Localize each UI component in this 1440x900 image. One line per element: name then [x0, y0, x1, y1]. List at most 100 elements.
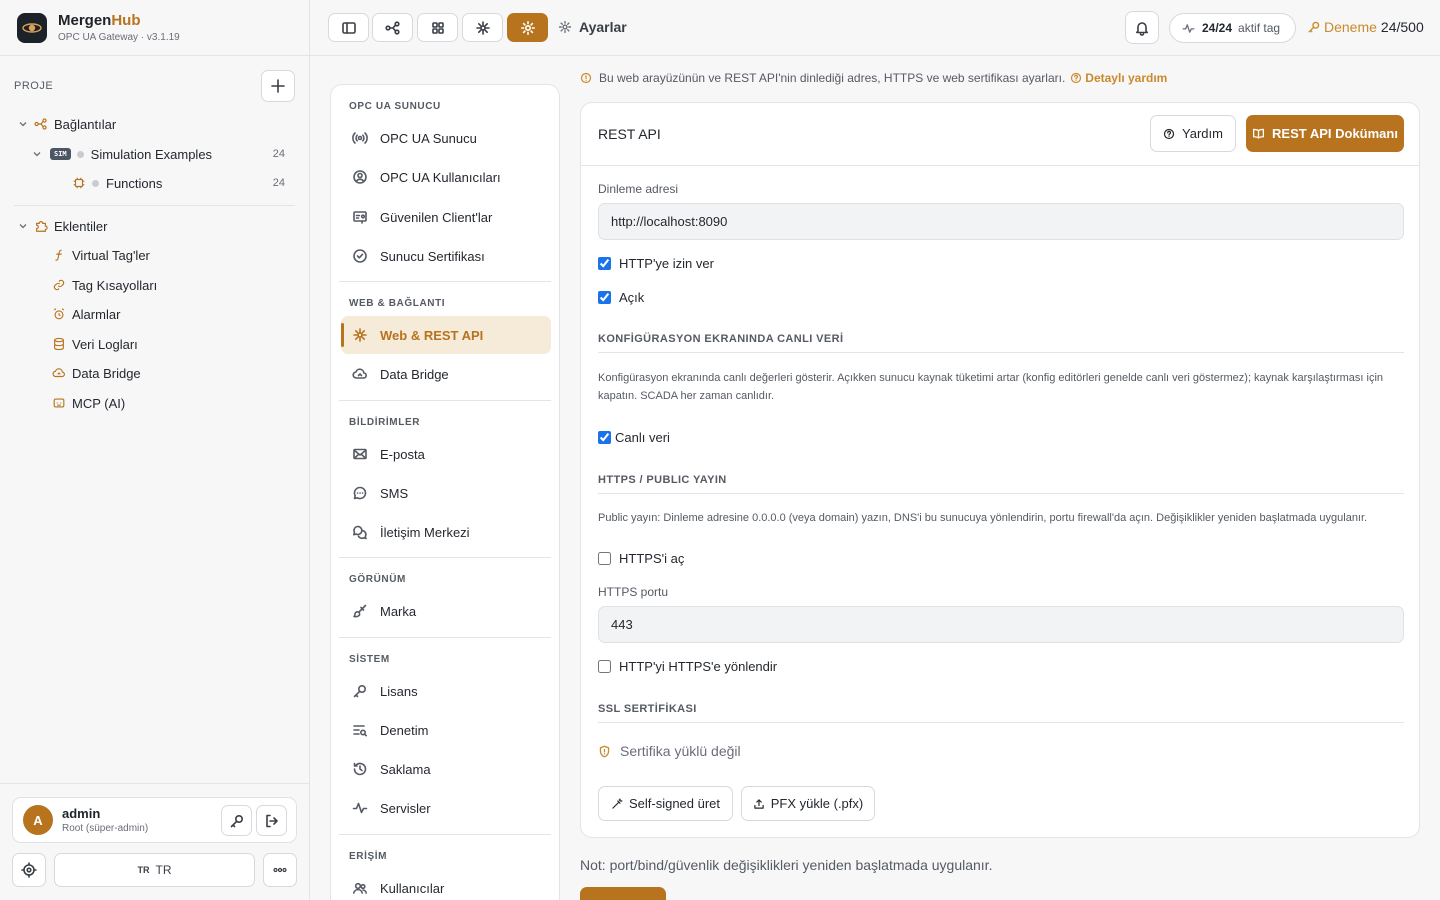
avatar[interactable]: A: [23, 805, 53, 835]
help-circle-icon: [1071, 72, 1082, 84]
plugin-item-data-logs[interactable]: Veri Logları: [0, 331, 285, 357]
https-section-heading: HTTPS / PUBLIC YAYIN: [598, 474, 1404, 494]
listen-address-label: Dinleme adresi: [598, 182, 679, 196]
more-button[interactable]: [263, 853, 297, 887]
nav-item-email[interactable]: E-posta: [341, 435, 551, 473]
docs-button-label: REST API Dokümanı: [1272, 126, 1398, 141]
settings-view-button[interactable]: [507, 13, 548, 42]
open-checkbox[interactable]: [598, 291, 611, 304]
user-circle-icon: [353, 170, 367, 184]
allow-http-label: HTTP'ye izin ver: [619, 256, 714, 271]
trial-license-indicator[interactable]: Deneme 24/500: [1307, 19, 1424, 35]
toggle-sidebar-button[interactable]: [328, 13, 369, 42]
nav-item-opcua-users[interactable]: OPC UA Kullanıcıları: [341, 158, 551, 196]
network-icon: [353, 328, 367, 342]
https-open-checkbox[interactable]: [598, 552, 611, 565]
nav-group-heading: SİSTEM: [349, 654, 390, 665]
plugin-label: Alarmlar: [72, 306, 121, 322]
divider: [14, 205, 295, 206]
add-project-button[interactable]: [261, 70, 295, 102]
plugin-item-data-bridge[interactable]: Data Bridge: [0, 360, 285, 386]
change-password-button[interactable]: [221, 805, 252, 836]
alarm-icon: [53, 308, 65, 320]
chevron-down-icon[interactable]: [18, 221, 28, 231]
nav-item-users[interactable]: Kullanıcılar: [341, 869, 551, 900]
user-name: admin: [62, 806, 101, 821]
self-signed-label: Self-signed üret: [628, 796, 721, 811]
https-open-checkbox-row[interactable]: HTTPS'i aç: [598, 551, 684, 566]
nav-item-audit[interactable]: Denetim: [341, 711, 551, 749]
chevron-down-icon[interactable]: [18, 119, 28, 129]
nav-item-services[interactable]: Servisler: [341, 789, 551, 827]
help-circle-icon: [1163, 128, 1175, 139]
tree-item-plugins[interactable]: Eklentiler: [0, 213, 285, 239]
help-button[interactable]: Yardım: [1150, 115, 1236, 152]
nav-item-data-bridge[interactable]: Data Bridge: [341, 355, 551, 393]
tree-item-functions[interactable]: Functions 24: [0, 170, 285, 196]
messages-icon: [353, 525, 367, 540]
network-view-button[interactable]: [462, 13, 503, 42]
redirect-checkbox-row[interactable]: HTTP'yi HTTPS'e yönlendir: [598, 659, 777, 674]
pfx-upload-label: PFX yükle (.pfx): [770, 796, 864, 811]
connections-view-button[interactable]: [372, 13, 413, 42]
rest-api-docs-button[interactable]: REST API Dokümanı: [1246, 115, 1404, 152]
nav-item-sms[interactable]: SMS: [341, 474, 551, 512]
nav-item-trusted-clients[interactable]: Güvenilen Client'lar: [341, 198, 551, 236]
card-header: REST API Yardım REST API Dokümanı: [581, 103, 1419, 166]
sidebar-icon: [341, 21, 356, 34]
cloud-sync-icon: [52, 368, 65, 378]
live-data-checkbox-row[interactable]: Canlı veri: [598, 430, 670, 445]
nav-item-communication-center[interactable]: İletişim Merkezi: [341, 513, 551, 551]
nav-item-label: OPC UA Sunucu: [380, 130, 477, 146]
nav-item-license[interactable]: Lisans: [341, 672, 551, 710]
nav-item-label: E-posta: [380, 446, 425, 462]
generate-self-signed-button[interactable]: Self-signed üret: [598, 786, 733, 821]
nav-item-label: Güvenilen Client'lar: [380, 209, 493, 225]
nav-item-server-certificate[interactable]: Sunucu Sertifikası: [341, 237, 551, 275]
list-search-icon: [353, 725, 367, 737]
allow-http-checkbox-row[interactable]: HTTP'ye izin ver: [598, 256, 714, 271]
plugin-item-mcp-ai[interactable]: MCP (AI): [0, 390, 285, 416]
nav-item-brand[interactable]: Marka: [341, 592, 551, 630]
project-label: PROJE: [14, 80, 54, 92]
status-dot: [76, 150, 84, 158]
dashboard-view-button[interactable]: [417, 13, 458, 42]
divider: [0, 783, 309, 784]
nav-group-heading: GÖRÜNÜM: [349, 574, 406, 585]
language-select[interactable]: TR TR: [54, 853, 255, 887]
chevron-down-icon[interactable]: [32, 149, 42, 159]
https-port-input[interactable]: [598, 606, 1404, 643]
activity-icon: [352, 802, 368, 814]
nav-item-opcua-server[interactable]: OPC UA Sunucu: [341, 119, 551, 157]
tree-item-simulation-examples[interactable]: SIM Simulation Examples 24: [0, 141, 285, 167]
listen-address-input[interactable]: [598, 203, 1404, 240]
language-code: TR: [137, 865, 150, 875]
logout-button[interactable]: [256, 805, 287, 836]
database-icon: [54, 337, 64, 351]
redirect-https-checkbox[interactable]: [598, 660, 611, 673]
nav-item-label: OPC UA Kullanıcıları: [380, 169, 501, 185]
live-data-checkbox[interactable]: [598, 431, 611, 444]
plugin-item-tag-shortcuts[interactable]: Tag Kısayolları: [0, 272, 285, 298]
https-description: Public yayın: Dinleme adresine 0.0.0.0 (…: [598, 512, 1368, 524]
upload-pfx-button[interactable]: PFX yükle (.pfx): [741, 786, 875, 821]
save-button[interactable]: [580, 887, 666, 900]
detailed-help-link[interactable]: Detaylı yardım: [1070, 71, 1167, 85]
app-logo: [17, 12, 47, 43]
chip-icon: [73, 177, 85, 189]
tree-item-connections[interactable]: Bağlantılar: [0, 111, 285, 137]
plugin-item-alarms[interactable]: Alarmlar: [0, 301, 285, 327]
certificate-status: Sertifika yüklü değil: [598, 743, 741, 759]
nav-item-retention[interactable]: Saklama: [341, 750, 551, 788]
plugin-item-virtual-tags[interactable]: Virtual Tag'ler: [0, 242, 285, 268]
connections-icon: [34, 118, 47, 130]
active-tag-pill[interactable]: 24/24 aktif tag: [1169, 13, 1296, 43]
card-title: REST API: [598, 126, 661, 142]
upload-icon: [754, 798, 764, 809]
allow-http-checkbox[interactable]: [598, 257, 611, 270]
notifications-button[interactable]: [1125, 11, 1159, 44]
locate-button[interactable]: [12, 853, 46, 887]
nav-item-web-rest-api[interactable]: Web & REST API: [341, 316, 551, 354]
open-checkbox-row[interactable]: Açık: [598, 290, 644, 305]
gear-icon: [520, 20, 535, 35]
